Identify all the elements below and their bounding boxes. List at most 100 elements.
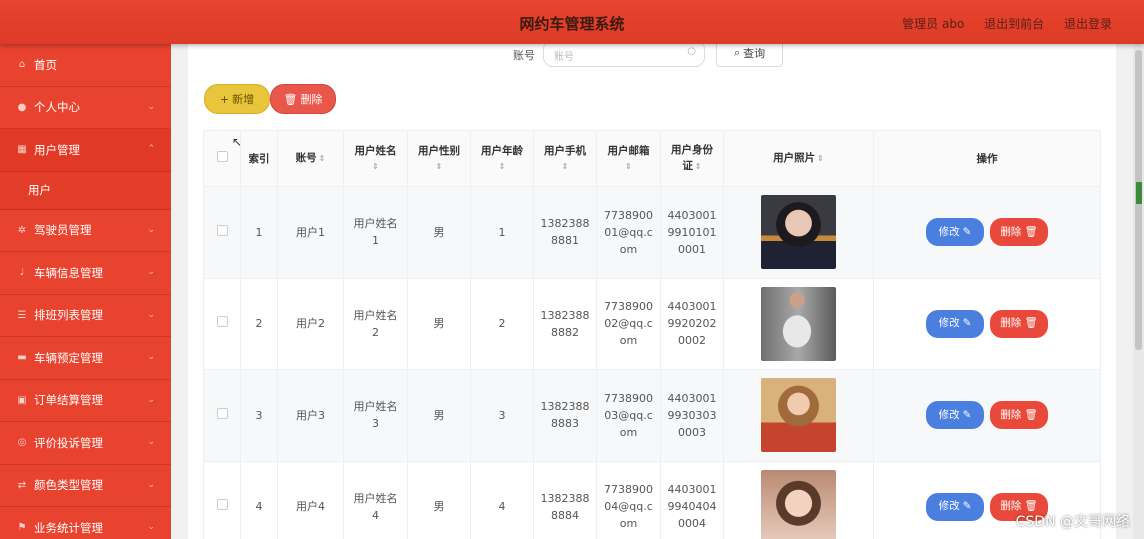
cell-index: 2 bbox=[240, 277, 278, 370]
sidebar-item-profile[interactable]: ● 个人中心 ⌄ bbox=[0, 87, 171, 129]
edit-button[interactable]: 修改 ✎ bbox=[926, 401, 984, 430]
edit-button[interactable]: 修改 ✎ bbox=[926, 309, 984, 338]
sort-icon: ⇕ bbox=[817, 154, 824, 163]
sidebar: ⌂ 首页 ● 个人中心 ⌄ ▦ 用户管理 ⌃ 用户 ✲ 驾驶员管理 ⌄ ♩ 车辆… bbox=[0, 44, 171, 539]
sidebar-item-order-settlement[interactable]: ▣ 订单结算管理 ⌄ bbox=[0, 380, 171, 422]
cell-age: 4 bbox=[470, 460, 534, 539]
cell-name: 用户姓名 2 bbox=[343, 277, 408, 370]
back-to-front-link[interactable]: 退出到前台 bbox=[984, 17, 1044, 31]
chevron-down-icon: ⌄ bbox=[147, 309, 155, 320]
search-bar: 账号 账号 ○ ⌕ 查询 bbox=[188, 44, 1116, 70]
cell-email: 7738900 02@qq.c om bbox=[596, 277, 661, 370]
sidebar-item-business-stats[interactable]: ⚑ 业务统计管理 ⌄ bbox=[0, 507, 171, 539]
chevron-down-icon: ⌄ bbox=[147, 522, 155, 532]
cell-index: 4 bbox=[240, 460, 278, 539]
side-indicator bbox=[1136, 182, 1142, 204]
sort-icon: ⇕ bbox=[372, 161, 379, 171]
cell-ops: 修改 ✎ 删除 🗑 bbox=[873, 277, 1101, 370]
cell-email: 7738900 03@qq.c om bbox=[596, 369, 661, 462]
cell-phone: 1382388 8882 bbox=[533, 277, 597, 370]
page-scrollbar[interactable] bbox=[1133, 44, 1144, 539]
cell-phone: 1382388 8883 bbox=[533, 369, 597, 462]
cell-idcard: 4403001 9940404 0004 bbox=[660, 460, 724, 539]
row-checkbox[interactable] bbox=[216, 224, 228, 236]
sidebar-item-review-complaint[interactable]: ◎ 评价投诉管理 ⌄ bbox=[0, 422, 171, 465]
cell-gender: 男 bbox=[407, 277, 471, 370]
header-name[interactable]: 用户姓名 ⇕ bbox=[343, 130, 408, 187]
edit-button[interactable]: 修改 ✎ bbox=[926, 492, 984, 521]
delete-button[interactable]: 删除 🗑 bbox=[990, 309, 1048, 338]
header-photo[interactable]: 用户照片 ⇕ bbox=[723, 130, 874, 187]
add-button[interactable]: + 新增 bbox=[204, 84, 270, 114]
cell-phone: 1382388 8881 bbox=[533, 186, 597, 279]
sidebar-item-color-type[interactable]: ⇄ 颜色类型管理 ⌄ bbox=[0, 465, 171, 507]
cell-email: 7738900 04@qq.c om bbox=[596, 460, 661, 539]
row-checkbox[interactable] bbox=[216, 407, 228, 419]
cell-photo bbox=[723, 277, 874, 370]
user-photo bbox=[761, 195, 836, 270]
header-actions: 管理员 abo 退出到前台 退出登录 bbox=[886, 15, 1112, 32]
cell-name: 用户姓名 4 bbox=[343, 460, 408, 539]
delete-button[interactable]: 删除 🗑 bbox=[990, 401, 1048, 430]
cell-email: 7738900 01@qq.c om bbox=[596, 186, 661, 279]
edit-icon: ✎ bbox=[962, 317, 972, 330]
chevron-down-icon: ⌄ bbox=[147, 394, 155, 405]
user-icon: ● bbox=[17, 101, 27, 113]
sidebar-item-vehicle-booking[interactable]: ▬ 车辆预定管理 ⌄ bbox=[0, 337, 171, 380]
search-icon: ⌕ bbox=[733, 46, 741, 59]
cell-index: 3 bbox=[240, 369, 278, 462]
table-row: 2 用户2 用户姓名 2 男 2 1382388 8882 7738900 02@qq… bbox=[203, 277, 1101, 370]
chevron-down-icon: ⌄ bbox=[147, 352, 155, 362]
sidebar-item-schedule-list[interactable]: ☰ 排班列表管理 ⌄ bbox=[0, 295, 171, 337]
sort-icon: ⇕ bbox=[318, 154, 326, 163]
batch-delete-button[interactable]: 🗑 删除 bbox=[270, 84, 336, 114]
table-row: 4 用户4 用户姓名 4 男 4 1382388 8884 7738900 04@qq… bbox=[203, 460, 1101, 539]
trash-icon: 🗑 bbox=[1024, 408, 1038, 421]
header-index: 索引 bbox=[240, 130, 278, 187]
delete-button[interactable]: 删除 🗑 bbox=[990, 218, 1048, 247]
sidebar-item-vehicle-info[interactable]: ♩ 车辆信息管理 ⌄ bbox=[0, 252, 171, 295]
row-checkbox[interactable] bbox=[216, 499, 228, 511]
sidebar-item-driver-management[interactable]: ✲ 驾驶员管理 ⌄ bbox=[0, 210, 171, 252]
grid-icon: ▦ bbox=[17, 144, 27, 156]
plus-icon: + bbox=[219, 92, 230, 106]
header-age[interactable]: 用户年龄 ⇕ bbox=[470, 130, 534, 187]
sort-icon: ⇕ bbox=[694, 162, 702, 171]
main-content: 账号 账号 ○ ⌕ 查询 + 新增 🗑 删除 索引 账号 ⇕ 用户姓名 ⇕ 用户… bbox=[188, 44, 1116, 539]
header-idcard[interactable]: 用户身份证 ⇕ bbox=[660, 130, 724, 187]
cell-name: 用户姓名 3 bbox=[343, 369, 408, 462]
cell-photo bbox=[723, 186, 874, 279]
gear-icon: ✲ bbox=[17, 224, 27, 236]
shuffle-icon: ⇄ bbox=[17, 479, 27, 491]
chevron-down-icon: ⌄ bbox=[147, 224, 155, 235]
cell-index: 1 bbox=[240, 186, 278, 279]
list-icon: ☰ bbox=[17, 309, 27, 321]
search-input[interactable]: 账号 ○ bbox=[543, 44, 705, 67]
cell-ops: 修改 ✎ 删除 🗑 bbox=[873, 186, 1101, 279]
sidebar-item-user-management[interactable]: ▦ 用户管理 ⌃ bbox=[0, 129, 171, 172]
search-label: 账号 bbox=[513, 49, 535, 62]
edit-button[interactable]: 修改 ✎ bbox=[926, 218, 984, 247]
watermark: CSDN @文哥网络 bbox=[1015, 514, 1130, 530]
trash-icon: 🗑 bbox=[1024, 317, 1038, 330]
header-phone[interactable]: 用户手机 ⇕ bbox=[533, 130, 597, 187]
header-gender[interactable]: 用户性别 ⇕ bbox=[407, 130, 471, 187]
table-header-row: 索引 账号 ⇕ 用户姓名 ⇕ 用户性别 ⇕ 用户年龄 ⇕ 用户手机 ⇕ 用户邮箱 ⇕ 用户身… bbox=[203, 130, 1101, 187]
cell-age: 2 bbox=[470, 277, 534, 370]
chevron-up-icon: ⌃ bbox=[147, 144, 155, 154]
query-button[interactable]: ⌕ 查询 bbox=[716, 44, 783, 67]
header-account[interactable]: 账号 ⇕ bbox=[277, 130, 344, 187]
header-email[interactable]: 用户邮箱 ⇕ bbox=[596, 130, 661, 187]
trash-icon: 🗑 bbox=[283, 92, 298, 106]
cell-name: 用户姓名 1 bbox=[343, 186, 408, 279]
cell-gender: 男 bbox=[407, 460, 471, 539]
logout-link[interactable]: 退出登录 bbox=[1064, 17, 1112, 31]
chevron-down-icon: ⌄ bbox=[147, 267, 155, 277]
user-photo bbox=[761, 378, 836, 453]
sidebar-subitem-user[interactable]: 用户 bbox=[0, 171, 171, 210]
sidebar-item-home[interactable]: ⌂ 首页 bbox=[0, 44, 171, 87]
chevron-down-icon: ⌄ bbox=[147, 479, 155, 490]
select-all-checkbox[interactable] bbox=[216, 150, 228, 162]
edit-icon: ✎ bbox=[962, 225, 972, 238]
row-checkbox[interactable] bbox=[216, 316, 228, 328]
